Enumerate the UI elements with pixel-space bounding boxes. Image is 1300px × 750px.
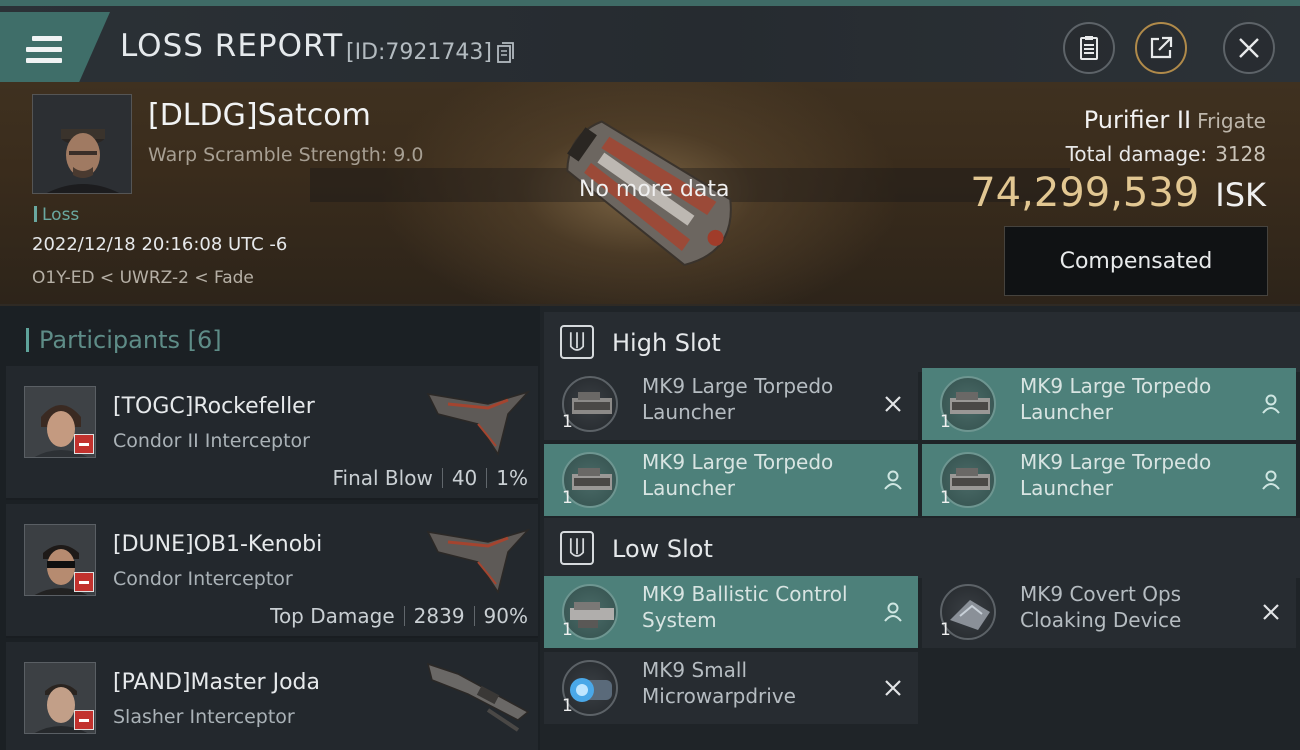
victim-name[interactable]: [DLDG]Satcom	[148, 98, 371, 133]
share-button[interactable]	[1135, 22, 1187, 74]
menu-icon	[26, 36, 62, 66]
close-button[interactable]	[1223, 22, 1275, 74]
module-item[interactable]: 1 MK9 Ballistic Control System	[544, 576, 918, 648]
person-icon	[884, 470, 902, 490]
ship-class: Frigate	[1197, 109, 1266, 133]
share-icon	[1150, 36, 1173, 59]
isk-value: 74,299,539 ISK	[970, 170, 1266, 216]
menu-button[interactable]	[0, 12, 110, 82]
module-item[interactable]: 1 MK9 Large Torpedo Launcher	[922, 368, 1296, 440]
total-damage-value: 3128	[1215, 142, 1266, 166]
victim-avatar[interactable]	[32, 94, 132, 194]
module-quantity: 1	[562, 488, 573, 508]
participant-ship-image[interactable]	[418, 512, 538, 602]
module-item[interactable]: 1 MK9 Covert Ops Cloaking Device	[922, 576, 1296, 648]
module-item[interactable]: 1 MK9 Large Torpedo Launcher	[922, 444, 1296, 516]
participants-count: [6]	[187, 326, 222, 354]
x-mark-icon	[885, 680, 901, 696]
fittings-panel: High Slot 1 MK9 Large Torpedo Launcher 1…	[540, 306, 1300, 750]
participant-percent: 90%	[483, 604, 528, 628]
participants-label: Participants	[39, 326, 180, 354]
low-slot-header: Low Slot	[544, 518, 1300, 578]
high-slot-header: High Slot	[544, 312, 1300, 372]
total-damage: Total damage: 3128	[1066, 142, 1266, 166]
loss-tag: Loss	[34, 205, 79, 225]
hostile-badge	[74, 434, 94, 454]
high-slot-icon	[560, 325, 594, 359]
participant-role: Top Damage	[270, 604, 395, 628]
module-name: MK9 Large Torpedo Launcher	[1020, 450, 1212, 500]
module-name: MK9 Small Microwarpdrive	[642, 658, 796, 708]
module-name: MK9 Ballistic Control System	[642, 582, 848, 632]
page-title: LOSS REPORT	[120, 28, 344, 64]
participants-title: Participants [6]	[26, 326, 222, 354]
participant-stats: Final Blow 40 1%	[332, 466, 528, 490]
module-quantity: 1	[940, 412, 951, 432]
high-slot-label: High Slot	[612, 329, 721, 357]
clipboard-button[interactable]	[1063, 22, 1115, 74]
loss-datetime: 2022/12/18 20:16:08 UTC -6	[32, 234, 288, 255]
module-item[interactable]: 1 MK9 Large Torpedo Launcher	[544, 368, 918, 440]
isk-unit: ISK	[1215, 176, 1266, 214]
participant-damage: 2839	[413, 604, 465, 628]
module-quantity: 1	[940, 488, 951, 508]
participant-damage: 40	[451, 466, 478, 490]
participant-card[interactable]: [DUNE]OB1-Kenobi Condor Interceptor Top …	[6, 504, 538, 638]
hostile-badge	[74, 572, 94, 592]
person-icon	[1262, 470, 1280, 490]
participants-panel: Participants [6] [TOGC]Rockefeller Condo…	[0, 306, 540, 750]
ship-name: Purifier II	[1083, 106, 1192, 134]
module-name: MK9 Covert Ops Cloaking Device	[1020, 582, 1182, 632]
participant-ship: Condor II Interceptor	[113, 430, 310, 452]
module-name: MK9 Large Torpedo Launcher	[1020, 374, 1212, 424]
close-icon	[1239, 38, 1259, 58]
participant-name[interactable]: [DUNE]OB1-Kenobi	[113, 532, 322, 557]
participant-ship: Slasher Interceptor	[113, 706, 295, 728]
copy-icon[interactable]	[497, 42, 515, 64]
x-mark-icon	[885, 396, 901, 412]
loss-location[interactable]: O1Y-ED < UWRZ-2 < Fade	[32, 268, 254, 288]
victim-ship[interactable]: Purifier II Frigate	[1084, 106, 1266, 134]
participant-name[interactable]: [PAND]Master Joda	[113, 670, 320, 695]
person-icon	[884, 602, 902, 622]
module-quantity: 1	[562, 620, 573, 640]
module-quantity: 1	[562, 696, 573, 716]
compensated-button[interactable]: Compensated	[1004, 226, 1268, 296]
module-quantity: 1	[940, 620, 951, 640]
warp-scramble-strength: Warp Scramble Strength: 9.0	[148, 144, 424, 166]
header-bar: LOSS REPORT [ID:7921743]	[0, 0, 1300, 82]
isk-amount: 74,299,539	[970, 170, 1200, 216]
clipboard-icon	[1080, 36, 1098, 60]
participant-ship: Condor Interceptor	[113, 568, 293, 590]
report-id: [ID:7921743]	[346, 40, 492, 65]
participant-ship-image[interactable]	[418, 650, 538, 740]
module-item[interactable]: 1 MK9 Small Microwarpdrive	[544, 652, 918, 724]
hostile-badge	[74, 710, 94, 730]
low-slot-icon	[560, 531, 594, 565]
module-quantity: 1	[562, 412, 573, 432]
victim-portrait-image	[33, 95, 131, 193]
module-name: MK9 Large Torpedo Launcher	[642, 450, 834, 500]
victim-banner: [DLDG]Satcom Warp Scramble Strength: 9.0…	[0, 82, 1300, 306]
participant-role: Final Blow	[332, 466, 433, 490]
participant-ship-image[interactable]	[418, 374, 538, 464]
module-name: MK9 Large Torpedo Launcher	[642, 374, 834, 424]
low-slot-label: Low Slot	[612, 535, 713, 563]
x-mark-icon	[1263, 604, 1279, 620]
total-damage-label: Total damage:	[1065, 142, 1208, 166]
participant-stats: Top Damage 2839 90%	[270, 604, 528, 628]
no-data-label: No more data	[579, 177, 730, 202]
participant-percent: 1%	[496, 466, 528, 490]
participant-card[interactable]: [TOGC]Rockefeller Condor II Interceptor …	[6, 366, 538, 500]
participant-name[interactable]: [TOGC]Rockefeller	[113, 394, 315, 419]
person-icon	[1262, 394, 1280, 414]
module-item[interactable]: 1 MK9 Large Torpedo Launcher	[544, 444, 918, 516]
participant-card[interactable]: [PAND]Master Joda Slasher Interceptor	[6, 642, 538, 750]
